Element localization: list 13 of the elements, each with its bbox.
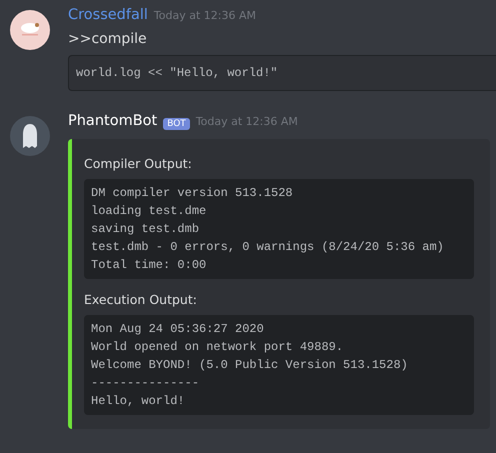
username[interactable]: Crossedfall	[68, 7, 148, 23]
timestamp: Today at 12:36 AM	[154, 9, 256, 22]
message-text: >>compile	[68, 30, 148, 49]
timestamp: Today at 12:36 AM	[196, 115, 298, 128]
code-block: Mon Aug 24 05:36:27 2020 World opened on network port 49889. Welcome BYOND! (5.0 Public Version 513.1528) --------------- Hello, world!	[84, 315, 474, 415]
avatar[interactable]	[10, 116, 50, 156]
code-block: DM compiler version 513.1528 loading test.dme saving test.dmb test.dmb - 0 errors, 0 warnings (8/24/20 5:36 am) Total time: 0:00	[84, 179, 474, 279]
field-title: Compiler Output:	[84, 155, 193, 173]
avatar[interactable]	[10, 10, 50, 50]
field-title: Execution Output:	[84, 291, 198, 309]
username[interactable]: PhantomBot	[68, 113, 158, 129]
code-block: world.log << "Hello, world!"	[68, 55, 496, 91]
bot-badge: BOT	[163, 118, 190, 130]
